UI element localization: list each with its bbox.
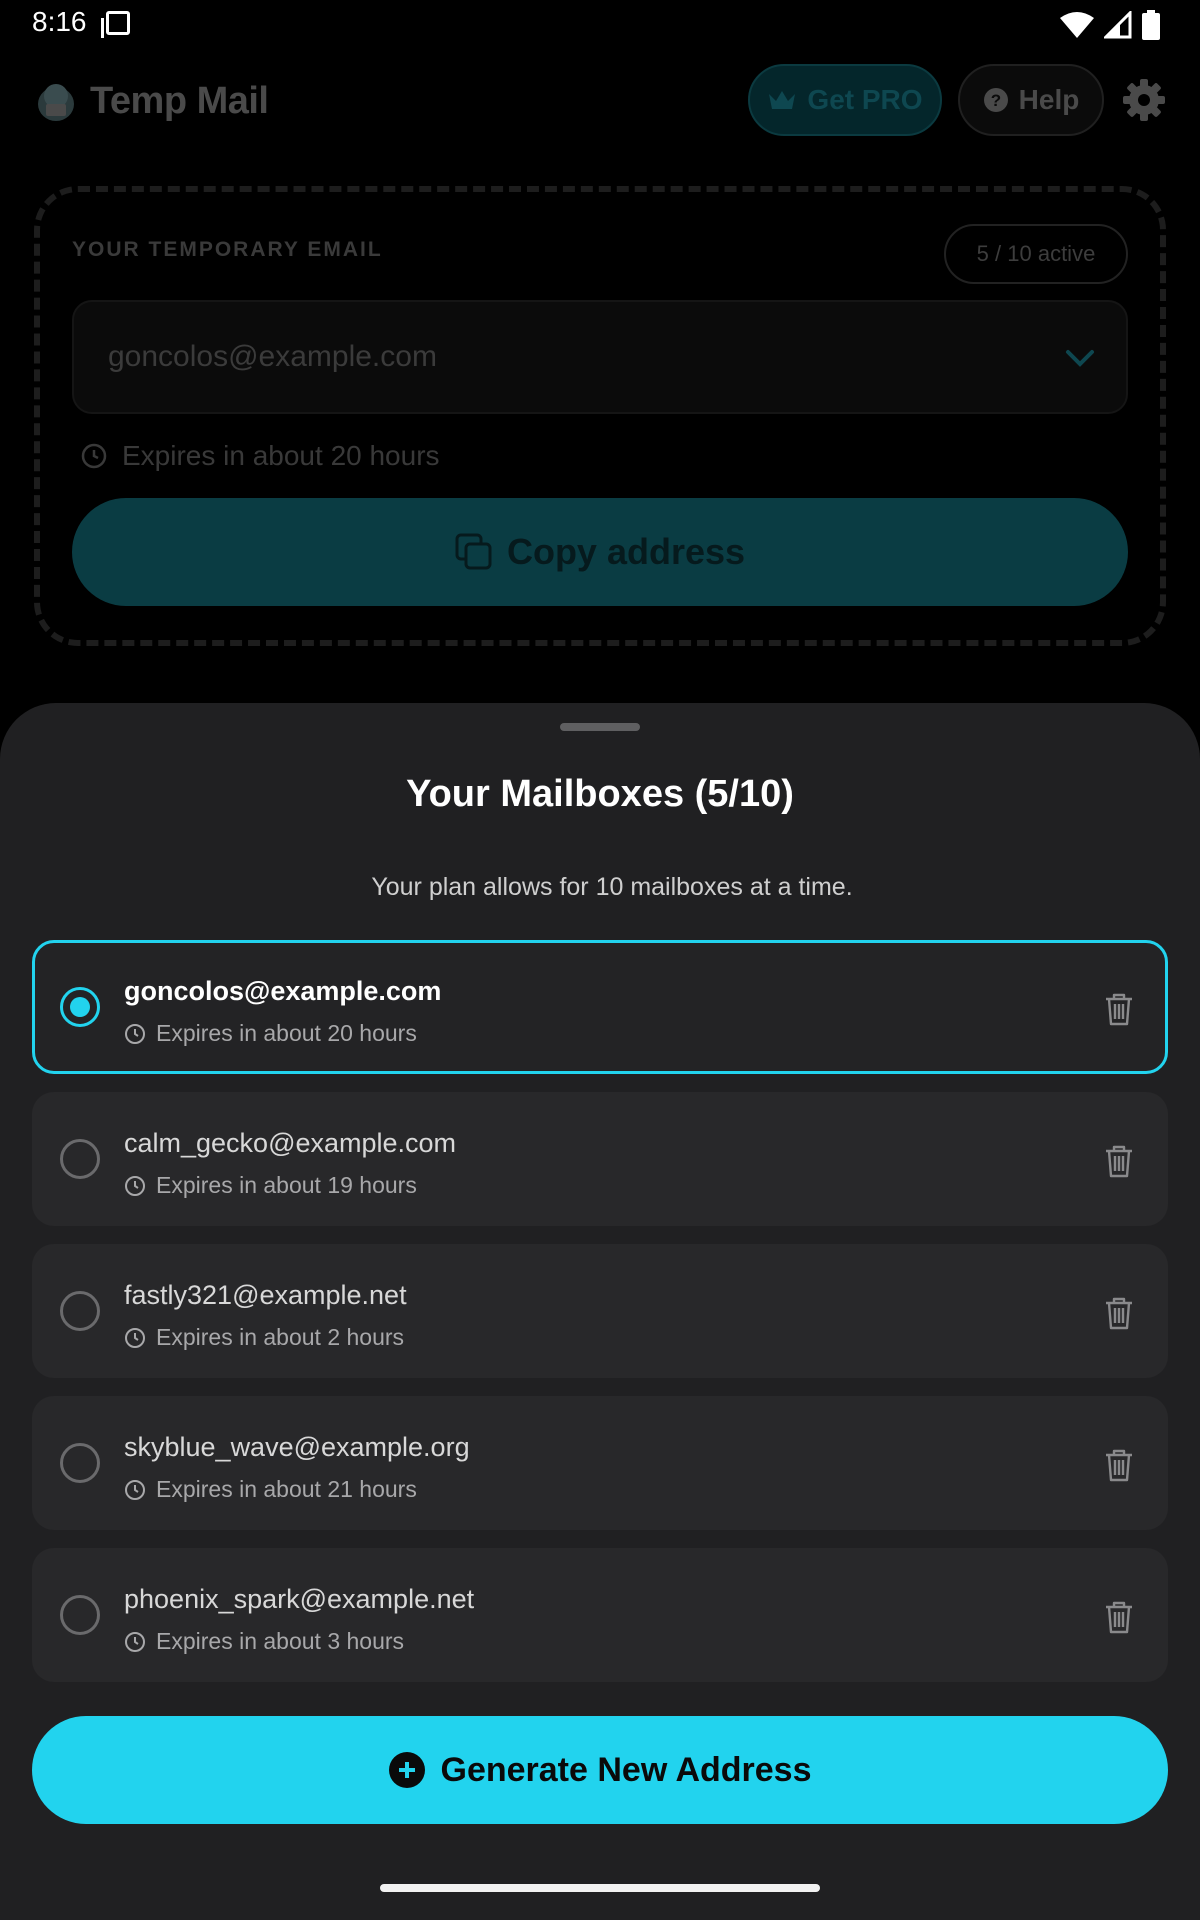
- generate-new-address-label: Generate New Address: [440, 1750, 812, 1789]
- copy-icon: [455, 533, 492, 570]
- email-select[interactable]: goncolos@example.com: [72, 300, 1128, 414]
- email-expiry: Expires in about 20 hours: [80, 440, 440, 472]
- copy-address-label: Copy address: [506, 531, 746, 572]
- current-email: goncolos@example.com: [108, 340, 437, 373]
- mailbox-expiry: Expires in about 3 hours: [124, 1628, 404, 1655]
- radio-icon[interactable]: [60, 1443, 100, 1483]
- trash-icon[interactable]: [1104, 992, 1134, 1026]
- status-icons: [1060, 10, 1160, 40]
- clock-icon: [125, 1023, 145, 1044]
- email-expiry-text: Expires in about 20 hours: [122, 440, 440, 471]
- mailbox-expiry-text: Expires in about 21 hours: [156, 1476, 417, 1502]
- mailbox-item[interactable]: goncolos@example.com Expires in about 20…: [32, 940, 1168, 1074]
- mailbox-address: skyblue_wave@example.org: [124, 1432, 470, 1462]
- help-icon: ?: [983, 88, 1008, 112]
- clock-icon: [81, 443, 107, 469]
- mailbox-item[interactable]: skyblue_wave@example.org Expires in abou…: [32, 1396, 1168, 1530]
- help-label: Help: [1018, 84, 1080, 115]
- active-count-badge: 5 / 10 active: [944, 224, 1128, 284]
- mailbox-address: goncolos@example.com: [124, 976, 442, 1006]
- app-background: Temp Mail Get PRO ? Help YOUR TEMPORARY …: [0, 48, 1200, 748]
- plus-circle-icon: [388, 1752, 425, 1788]
- mailbox-address: phoenix_spark@example.net: [124, 1584, 475, 1614]
- trash-icon[interactable]: [1104, 1144, 1134, 1178]
- mailbox-address: calm_gecko@example.com: [124, 1128, 457, 1158]
- clock-icon: [125, 1327, 145, 1348]
- temporary-email-label: YOUR TEMPORARY EMAIL: [72, 238, 383, 261]
- mailbox-address: fastly321@example.net: [124, 1280, 407, 1310]
- logo-icon: [38, 84, 74, 121]
- crown-icon: [769, 91, 796, 109]
- mailboxes-sheet: Your Mailboxes (5/10) Your plan allows f…: [0, 703, 1200, 1920]
- trash-icon[interactable]: [1104, 1296, 1134, 1330]
- mailbox-expiry: Expires in about 19 hours: [124, 1172, 417, 1199]
- mailbox-expiry-text: Expires in about 2 hours: [156, 1324, 405, 1350]
- status-time: 8:16: [32, 6, 87, 37]
- mailbox-list: goncolos@example.com Expires in about 20…: [32, 940, 1168, 1700]
- status-bar: 8:16: [0, 0, 1200, 48]
- chevron-down-icon: [1066, 350, 1094, 367]
- mailbox-item[interactable]: fastly321@example.net Expires in about 2…: [32, 1244, 1168, 1378]
- signal-icon: [1104, 11, 1132, 39]
- mailbox-expiry: Expires in about 20 hours: [124, 1020, 417, 1047]
- clock-icon: [125, 1631, 145, 1652]
- trash-icon[interactable]: [1104, 1600, 1134, 1634]
- battery-icon: [1142, 10, 1160, 40]
- sheet-drag-handle[interactable]: [560, 723, 640, 731]
- clock-icon: [125, 1479, 145, 1500]
- generate-new-address-button[interactable]: Generate New Address: [32, 1716, 1168, 1824]
- help-button[interactable]: ? Help: [958, 64, 1104, 136]
- gesture-nav-bar[interactable]: [380, 1884, 820, 1892]
- sheet-subtitle: Your plan allows for 10 mailboxes at a t…: [371, 873, 853, 901]
- radio-icon[interactable]: [60, 987, 100, 1027]
- svg-text:?: ?: [990, 91, 1000, 110]
- gear-icon[interactable]: [1122, 78, 1166, 122]
- mailbox-expiry-text: Expires in about 3 hours: [156, 1628, 405, 1654]
- get-pro-button[interactable]: Get PRO: [748, 64, 942, 136]
- wifi-icon: [1060, 12, 1094, 38]
- mailbox-expiry: Expires in about 21 hours: [124, 1476, 417, 1503]
- sheet-title: Your Mailboxes (5/10): [406, 773, 794, 815]
- mailbox-item[interactable]: phoenix_spark@example.net Expires in abo…: [32, 1548, 1168, 1682]
- clock-icon: [125, 1175, 145, 1196]
- mailbox-expiry-text: Expires in about 19 hours: [156, 1172, 417, 1198]
- get-pro-label: Get PRO: [807, 84, 923, 115]
- radio-icon[interactable]: [60, 1139, 100, 1179]
- trash-icon[interactable]: [1104, 1448, 1134, 1482]
- mailbox-item[interactable]: calm_gecko@example.com Expires in about …: [32, 1092, 1168, 1226]
- radio-icon[interactable]: [60, 1595, 100, 1635]
- radio-icon[interactable]: [60, 1291, 100, 1331]
- copy-address-button[interactable]: Copy address: [72, 498, 1128, 606]
- mailbox-expiry: Expires in about 2 hours: [124, 1324, 404, 1351]
- mailbox-expiry-text: Expires in about 20 hours: [156, 1020, 417, 1046]
- sim-card-icon: [101, 11, 130, 38]
- app-title: Temp Mail: [90, 80, 269, 122]
